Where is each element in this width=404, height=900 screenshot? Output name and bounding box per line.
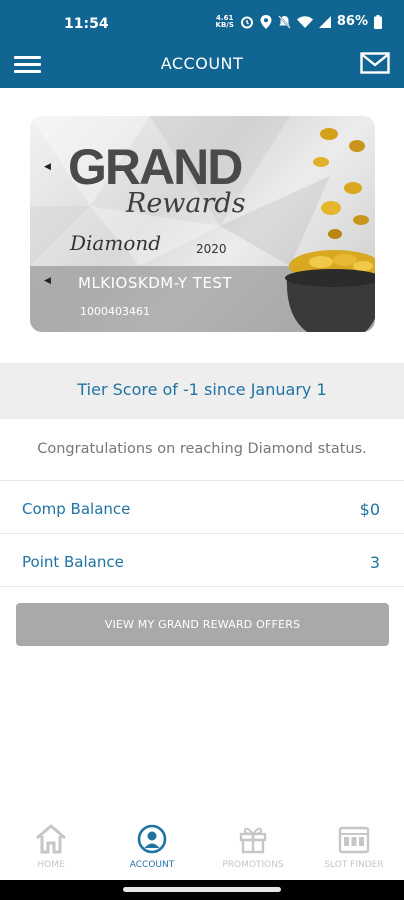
- tab-slot-finder[interactable]: SLOT FINDER: [304, 824, 404, 870]
- system-nav-bar: [0, 880, 404, 900]
- mail-icon: [360, 52, 390, 74]
- view-offers-button[interactable]: VIEW MY GRAND REWARD OFFERS: [16, 603, 389, 646]
- status-bar: 11:54 4.61 KB/S 86%: [0, 0, 404, 48]
- tab-home-label: HOME: [37, 860, 65, 870]
- battery-icon: [374, 14, 382, 29]
- home-gesture-handle[interactable]: [123, 887, 281, 892]
- card-member-name: MLKIOSKDM-Y TEST: [78, 274, 233, 292]
- battery-percent: 86%: [336, 14, 368, 29]
- point-balance-label: Point Balance: [22, 553, 124, 571]
- slot-machine-icon: [338, 826, 370, 854]
- card-arrow-icon-2: ◀: [44, 276, 51, 286]
- comp-balance-value: $0: [359, 500, 380, 519]
- tab-slot-finder-label: SLOT FINDER: [324, 860, 384, 870]
- card-year: 2020: [196, 242, 227, 256]
- home-icon: [36, 824, 66, 854]
- card-member-number: 1000403461: [80, 305, 150, 318]
- page-title: ACCOUNT: [160, 54, 244, 73]
- mute-icon: [278, 14, 291, 29]
- tab-promotions[interactable]: PROMOTIONS: [203, 824, 303, 870]
- network-speed: 4.61 KB/S: [215, 13, 234, 29]
- tier-score: Tier Score of -1 since January 1: [0, 363, 404, 419]
- gift-icon: [239, 827, 267, 854]
- coins-pot-icon: [285, 128, 375, 332]
- tab-account[interactable]: ACCOUNT: [102, 824, 202, 870]
- tab-account-label: ACCOUNT: [129, 860, 175, 870]
- card-area: ◀ GRAND Rewards Diamond 2020 ◀ MLKIOSKDM…: [0, 88, 404, 363]
- tab-home[interactable]: HOME: [1, 824, 101, 870]
- status-time: 11:54: [64, 16, 109, 32]
- tab-promotions-label: PROMOTIONS: [222, 860, 284, 870]
- point-balance-value: 3: [369, 553, 380, 572]
- location-icon: [260, 14, 272, 29]
- wifi-icon: [296, 15, 313, 28]
- comp-balance-label: Comp Balance: [22, 500, 131, 518]
- comp-balance-row: Comp Balance $0: [0, 482, 404, 534]
- status-message: Congratulations on reaching Diamond stat…: [0, 419, 404, 481]
- bottom-tab-bar: HOME ACCOUNT PROMOTIONS SLOT FINDER: [0, 818, 404, 880]
- alarm-icon: [240, 16, 253, 28]
- point-balance-row: Point Balance 3: [0, 535, 404, 587]
- app-bar: ACCOUNT: [0, 48, 404, 88]
- signal-icon: [318, 15, 331, 28]
- mail-button[interactable]: [360, 52, 390, 76]
- card-arrow-icon: ◀: [44, 162, 51, 172]
- user-icon: [137, 824, 167, 854]
- card-tier-name: Diamond: [70, 231, 162, 255]
- status-icons: 4.61 KB/S 86%: [216, 14, 382, 29]
- card-brand-rewards: Rewards: [126, 188, 246, 219]
- rewards-card[interactable]: ◀ GRAND Rewards Diamond 2020 ◀ MLKIOSKDM…: [30, 116, 375, 332]
